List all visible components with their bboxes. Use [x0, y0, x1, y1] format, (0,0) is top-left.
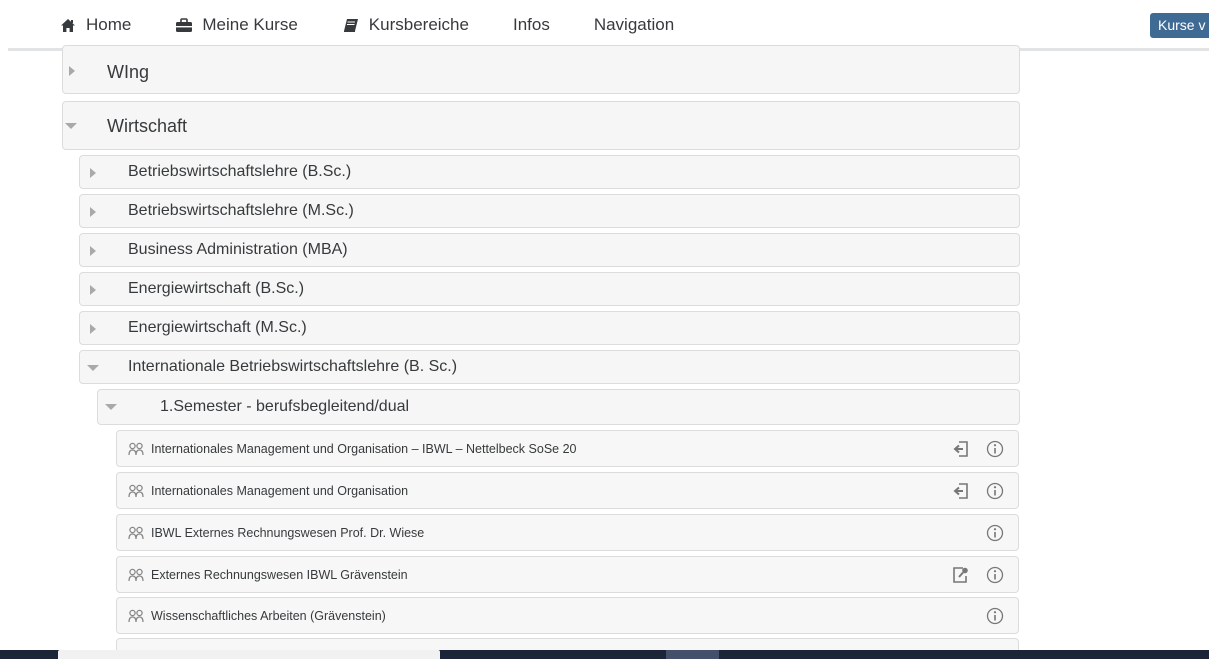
- nav-navigation-label: Navigation: [593, 15, 675, 34]
- info-icon[interactable]: [986, 440, 1004, 458]
- course-icon: [128, 568, 144, 581]
- category-label: Betriebswirtschaftslehre (M.Sc.): [128, 202, 354, 219]
- collapse-arrow-icon[interactable]: [65, 123, 77, 129]
- nav-menu: Home Meine Kurse Kursbereiche Infos Navi…: [59, 15, 718, 35]
- course-name: Externes Rechnungswesen IBWL Grävenstein: [151, 568, 408, 582]
- info-icon[interactable]: [986, 482, 1004, 500]
- category-label: Energiewirtschaft (B.Sc.): [128, 280, 305, 297]
- nav-infos-label: Infos: [512, 15, 550, 34]
- course-icon: [128, 484, 144, 497]
- category-label: 1.Semester - berufsbegleitend/dual: [160, 398, 410, 415]
- nav-course-categories[interactable]: Kursbereiche: [342, 15, 469, 35]
- nav-navigation[interactable]: Navigation: [594, 15, 674, 35]
- category-bwl-msc[interactable]: Betriebswirtschaftslehre (M.Sc.): [79, 194, 1020, 228]
- course-icon: [128, 442, 144, 455]
- category-ibwl-bsc[interactable]: Internationale Betriebswirtschaftslehre …: [79, 350, 1020, 384]
- course-item[interactable]: IBWL Externes Rechnungswesen Prof. Dr. W…: [116, 514, 1019, 551]
- info-icon[interactable]: [986, 607, 1004, 625]
- expand-arrow-icon[interactable]: [90, 168, 96, 178]
- nav-course-categories-label: Kursbereiche: [368, 15, 469, 34]
- course-item[interactable]: Externes Rechnungswesen IBWL Grävenstein: [116, 556, 1019, 593]
- expand-arrow-icon[interactable]: [90, 324, 96, 334]
- nav-my-courses[interactable]: Meine Kurse: [175, 15, 298, 35]
- course-name: Internationales Management und Organisat…: [151, 442, 577, 456]
- key-enrol-icon[interactable]: [952, 566, 970, 584]
- info-icon[interactable]: [986, 566, 1004, 584]
- category-bwl-bsc[interactable]: Betriebswirtschaftslehre (B.Sc.): [79, 155, 1020, 189]
- info-icon[interactable]: [986, 524, 1004, 542]
- taskbar-active-app[interactable]: [666, 650, 719, 659]
- category-label: WIng: [107, 62, 150, 82]
- course-item[interactable]: Internationales Management und Organisat…: [116, 472, 1019, 509]
- top-navbar: Home Meine Kurse Kursbereiche Infos Navi…: [0, 0, 1209, 51]
- category-semester-1[interactable]: 1.Semester - berufsbegleitend/dual: [97, 389, 1020, 425]
- enrol-icon[interactable]: [952, 482, 970, 500]
- nav-my-courses-label: Meine Kurse: [202, 15, 298, 34]
- expand-arrow-icon[interactable]: [90, 207, 96, 217]
- category-mba[interactable]: Business Administration (MBA): [79, 233, 1020, 267]
- nav-infos[interactable]: Infos: [513, 15, 550, 35]
- enrol-icon[interactable]: [952, 440, 970, 458]
- book-icon: [342, 16, 360, 34]
- category-wing[interactable]: WIng: [62, 45, 1020, 94]
- expand-arrow-icon[interactable]: [90, 246, 96, 256]
- category-energie-bsc[interactable]: Energiewirtschaft (B.Sc.): [79, 272, 1020, 306]
- expand-arrow-icon[interactable]: [69, 66, 75, 76]
- category-label: Internationale Betriebswirtschaftslehre …: [128, 358, 458, 375]
- nav-home[interactable]: Home: [59, 15, 131, 35]
- expand-arrow-icon[interactable]: [90, 285, 96, 295]
- course-icon: [128, 609, 144, 622]
- collapse-arrow-icon[interactable]: [87, 365, 99, 371]
- courses-button[interactable]: Kurse v: [1150, 13, 1209, 38]
- course-name: Wissenschaftliches Arbeiten (Grävenstein…: [151, 609, 386, 623]
- taskbar-search-box[interactable]: [58, 650, 440, 659]
- course-name: IBWL Externes Rechnungswesen Prof. Dr. W…: [151, 526, 425, 540]
- category-label: Wirtschaft: [107, 116, 188, 136]
- nav-home-label: Home: [86, 15, 132, 34]
- category-label: Energiewirtschaft (M.Sc.): [128, 319, 307, 336]
- home-icon: [59, 16, 77, 34]
- briefcase-icon: [175, 16, 193, 34]
- category-label: Business Administration (MBA): [128, 241, 348, 258]
- collapse-arrow-icon[interactable]: [105, 404, 117, 410]
- category-label: Betriebswirtschaftslehre (B.Sc.): [128, 163, 352, 180]
- course-name: Internationales Management und Organisat…: [151, 484, 409, 498]
- category-energie-msc[interactable]: Energiewirtschaft (M.Sc.): [79, 311, 1020, 345]
- course-item[interactable]: Internationales Management und Organisat…: [116, 430, 1019, 467]
- category-wirtschaft[interactable]: Wirtschaft: [62, 101, 1020, 150]
- course-icon: [128, 526, 144, 539]
- course-item[interactable]: Wissenschaftliches Arbeiten (Grävenstein…: [116, 597, 1019, 634]
